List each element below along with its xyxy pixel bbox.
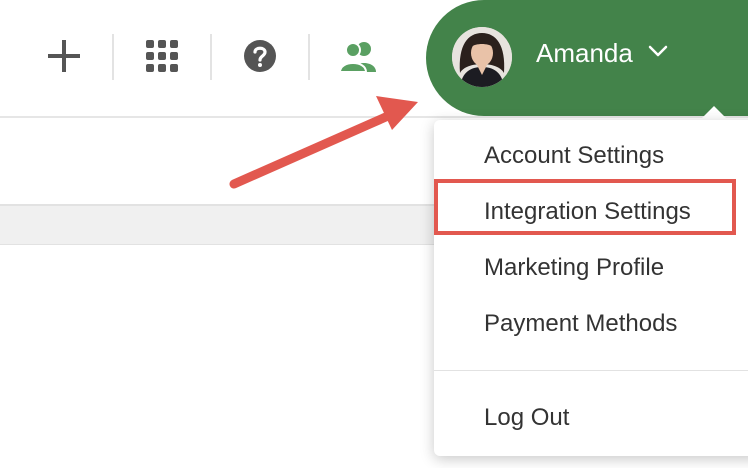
chevron-down-icon [648, 45, 668, 57]
highlight-box [434, 179, 736, 235]
header-separator [112, 34, 114, 80]
user-menu-button[interactable]: Amanda [426, 0, 748, 116]
avatar [452, 27, 512, 87]
users-icon [340, 42, 376, 72]
menu-item-payment-methods[interactable]: Payment Methods [484, 310, 677, 338]
help-button[interactable] [232, 28, 288, 84]
header-separator [308, 34, 310, 80]
menu-divider [434, 370, 748, 371]
plus-icon [48, 40, 80, 72]
menu-item-account-settings[interactable]: Account Settings [484, 142, 664, 170]
user-dropdown-menu: Account Settings Integration Settings Ma… [434, 120, 748, 456]
grid-icon [146, 40, 178, 72]
question-icon [244, 40, 276, 72]
add-button[interactable] [36, 28, 92, 84]
menu-item-marketing-profile[interactable]: Marketing Profile [484, 254, 664, 282]
apps-button[interactable] [134, 28, 190, 84]
dropdown-caret [700, 106, 728, 120]
header-divider [0, 116, 748, 118]
header-separator [210, 34, 212, 80]
team-button[interactable] [330, 28, 386, 84]
user-name: Amanda [536, 38, 633, 68]
menu-item-log-out[interactable]: Log Out [484, 404, 569, 432]
